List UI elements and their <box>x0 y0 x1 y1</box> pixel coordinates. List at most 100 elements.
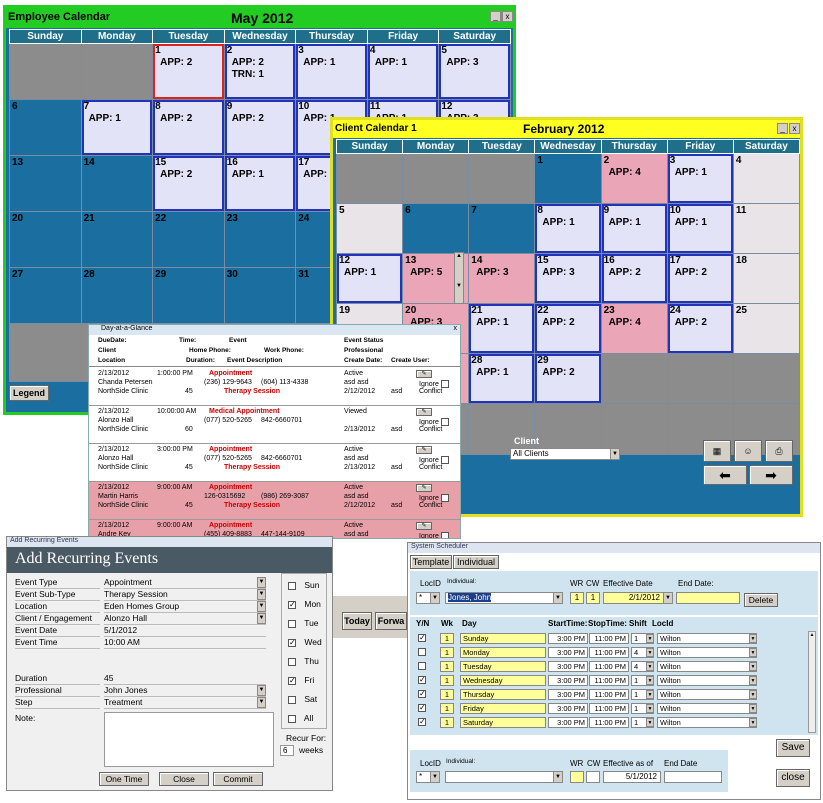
locid-select-2[interactable]: * ▼ <box>416 771 440 783</box>
chevron-down-icon[interactable]: ▼ <box>749 634 757 643</box>
week-field[interactable]: 1 <box>440 633 454 644</box>
start-time[interactable]: 3:00 PM <box>548 717 588 728</box>
edit-icon[interactable]: ✎ <box>416 484 432 492</box>
calendar-day-cell[interactable]: 5 APP: 3 <box>438 43 511 100</box>
ignore-conflict-checkbox[interactable] <box>441 380 449 388</box>
calendar-day-cell[interactable]: 24 APP: 2 <box>666 303 734 354</box>
list-item[interactable]: 2/13/2012 10:00:00 AM Medical Appointment V… <box>89 406 460 444</box>
individual-select-2[interactable]: ▼ <box>445 771 563 783</box>
chevron-down-icon[interactable]: ▼ <box>749 662 757 671</box>
calendar-day-cell[interactable]: 25 <box>732 303 801 354</box>
field-value[interactable]: Appointment ▼ <box>104 577 266 589</box>
schedule-row[interactable]: ✓ 1 Sunday 3:00 PM 11:00 PM 1 Wilton ▼ ▼ <box>410 633 806 646</box>
calendar-day-cell[interactable]: 1 APP: 2 <box>152 43 225 100</box>
locid-select[interactable]: Wilton <box>657 703 757 714</box>
day-checkbox[interactable] <box>288 695 296 704</box>
chevron-down-icon[interactable]: ▼ <box>257 613 266 624</box>
day-checkbox-row[interactable]: ✓ Mon <box>288 599 321 609</box>
start-time[interactable]: 3:00 PM <box>548 689 588 700</box>
effective-date-field[interactable]: 2/1/2012 ▼ <box>603 592 673 604</box>
stop-time[interactable]: 11:00 PM <box>589 689 629 700</box>
start-time[interactable]: 3:00 PM <box>548 675 588 686</box>
chevron-down-icon[interactable]: ▼ <box>257 685 266 696</box>
yn-checkbox[interactable]: ✓ <box>418 676 426 684</box>
calendar-day-cell[interactable]: 29 APP: 2 <box>534 353 602 404</box>
yn-checkbox[interactable] <box>418 662 426 670</box>
chevron-down-icon[interactable]: ▼ <box>749 676 757 685</box>
week-field[interactable]: 1 <box>440 675 454 686</box>
week-field[interactable]: 1 <box>440 717 454 728</box>
back-arrow-icon[interactable]: ⬅ <box>703 465 747 485</box>
calendar-icon[interactable]: ▦ <box>703 440 731 462</box>
day-field[interactable]: Friday <box>460 703 546 714</box>
calendar-day-cell[interactable]: 7 <box>468 203 536 254</box>
day-checkbox[interactable]: ✓ <box>288 676 296 685</box>
calendar-day-cell[interactable]: 23 APP: 4 <box>600 303 668 354</box>
schedule-row[interactable]: ✓ 1 Thursday 3:00 PM 11:00 PM 1 Wilton ▼ ▼ <box>410 689 806 702</box>
calendar-day-cell[interactable]: 3 APP: 1 <box>295 43 368 100</box>
calendar-day-cell[interactable] <box>9 43 82 100</box>
edit-icon[interactable]: ✎ <box>416 370 432 378</box>
chevron-down-icon[interactable]: ▼ <box>553 593 562 603</box>
day-checkbox-row[interactable]: Thu <box>288 656 319 666</box>
stop-time[interactable]: 11:00 PM <box>589 661 629 672</box>
calendar-day-cell[interactable]: 11 <box>732 203 801 254</box>
calendar-day-cell[interactable]: 28 <box>80 267 154 324</box>
tab-template[interactable]: Template <box>410 555 452 569</box>
locid-select[interactable]: * ▼ <box>416 592 440 604</box>
locid-select[interactable]: Wilton <box>657 675 757 686</box>
field-value[interactable]: Alonzo Hall ▼ <box>104 613 266 625</box>
week-field[interactable]: 1 <box>440 647 454 658</box>
edit-icon[interactable]: ✎ <box>416 446 432 454</box>
calendar-day-cell[interactable]: 5 <box>335 203 404 254</box>
week-field[interactable]: 1 <box>440 689 454 700</box>
calendar-day-cell[interactable] <box>468 153 536 204</box>
field-value[interactable]: Therapy Session ▼ <box>104 589 266 601</box>
day-checkbox-row[interactable]: All <box>288 713 313 723</box>
save-button[interactable]: Save <box>776 739 810 757</box>
calendar-day-cell[interactable] <box>600 353 668 404</box>
chevron-down-icon[interactable]: ▼ <box>749 648 757 657</box>
recur-weeks-input[interactable]: 6 <box>280 745 294 756</box>
start-time[interactable]: 3:00 PM <box>548 661 588 672</box>
calendar-day-cell[interactable]: 6 <box>9 99 82 156</box>
ignore-conflict-checkbox[interactable] <box>441 532 449 538</box>
ignore-conflict-checkbox[interactable] <box>441 456 449 464</box>
chevron-down-icon[interactable]: ▼ <box>646 648 654 657</box>
day-checkbox[interactable] <box>288 581 296 590</box>
day-field[interactable]: Thursday <box>460 689 546 700</box>
yn-checkbox[interactable]: ✓ <box>418 718 426 726</box>
field-value[interactable]: 10:00 AM <box>104 637 266 649</box>
calendar-day-cell[interactable]: 27 <box>9 267 82 324</box>
calendar-day-cell[interactable] <box>80 43 154 100</box>
chevron-down-icon[interactable]: ▼ <box>257 577 266 588</box>
chevron-down-icon[interactable]: ▼ <box>646 690 654 699</box>
chevron-down-icon[interactable]: ▼ <box>646 634 654 643</box>
wr-field[interactable]: 1 <box>570 592 584 604</box>
day-field[interactable]: Monday <box>460 647 546 658</box>
close-icon[interactable]: x <box>502 11 513 22</box>
calendar-day-cell[interactable]: 8 APP: 1 <box>534 203 602 254</box>
calendar-day-cell[interactable]: 14 APP: 3 <box>468 253 536 304</box>
chevron-down-icon[interactable]: ▼ <box>430 772 439 782</box>
chevron-down-icon[interactable]: ▼ <box>646 676 654 685</box>
calendar-day-cell[interactable] <box>335 153 404 204</box>
week-field[interactable]: 1 <box>440 661 454 672</box>
chevron-down-icon[interactable]: ▼ <box>257 697 266 708</box>
calendar-day-cell[interactable]: 15 APP: 2 <box>152 155 225 212</box>
calendar-day-cell[interactable]: 4 APP: 1 <box>366 43 440 100</box>
day-checkbox[interactable] <box>288 714 296 723</box>
close-button[interactable]: Close <box>159 772 209 786</box>
field-value[interactable]: Eden Homes Group ▼ <box>104 601 266 613</box>
schedule-row[interactable]: 1 Tuesday 3:00 PM 11:00 PM 4 Wilton ▼ ▼ <box>410 661 806 674</box>
close-icon[interactable]: x <box>454 325 458 332</box>
calendar-day-cell[interactable]: 21 <box>80 211 154 268</box>
tab-individual[interactable]: Individual <box>453 555 499 569</box>
stop-time[interactable]: 11:00 PM <box>589 633 629 644</box>
commit-button[interactable]: Commit <box>213 772 263 786</box>
day-checkbox[interactable]: ✓ <box>288 638 296 647</box>
calendar-day-cell[interactable]: 20 <box>9 211 82 268</box>
yn-checkbox[interactable]: ✓ <box>418 634 426 642</box>
stop-time[interactable]: 11:00 PM <box>589 703 629 714</box>
smiley-icon[interactable]: ☺ <box>734 440 762 462</box>
